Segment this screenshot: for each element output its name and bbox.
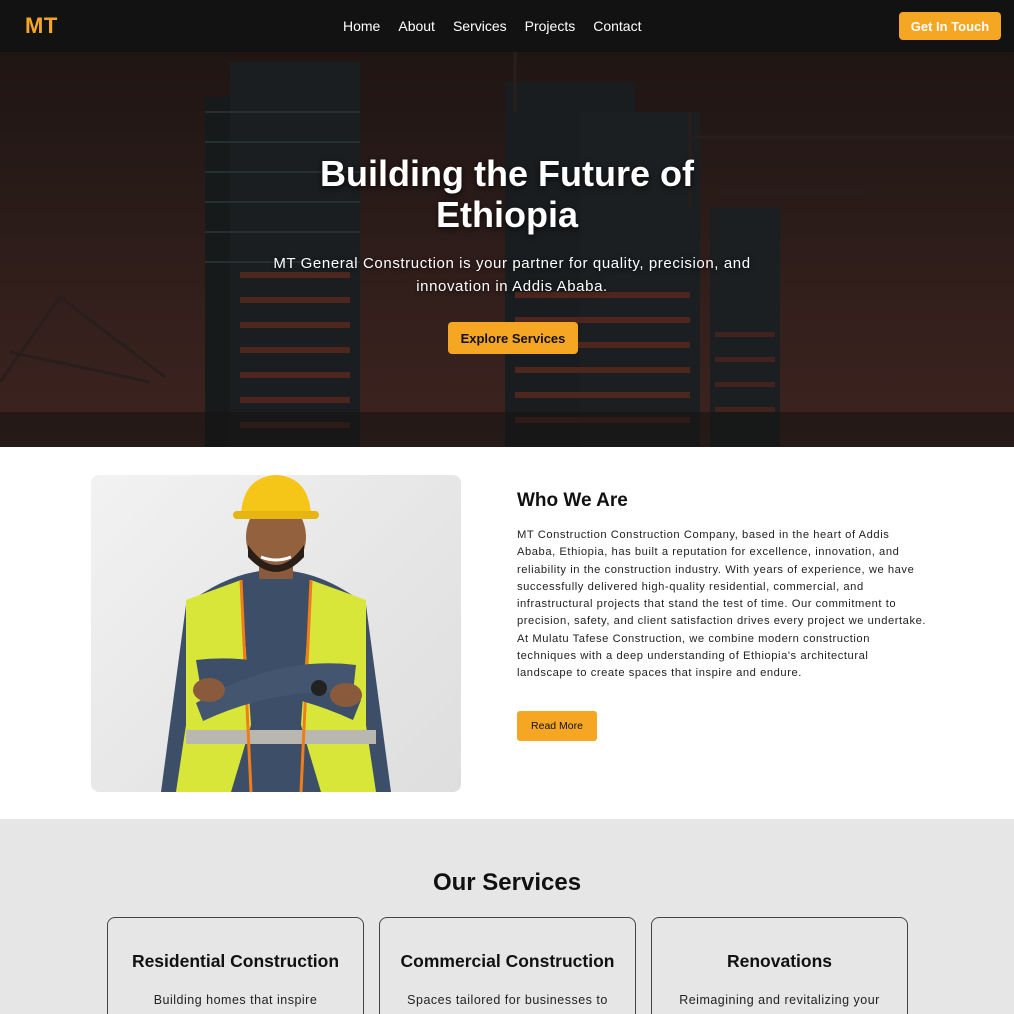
service-card-renovations[interactable]: Renovations Reimagining and revitalizing… <box>651 917 908 1014</box>
nav-link-contact[interactable]: Contact <box>593 18 641 34</box>
service-card-desc: Building homes that inspire <box>153 993 318 1007</box>
hero-subtitle: MT General Construction is your partner … <box>273 255 751 295</box>
service-card-title: Commercial Construction <box>400 951 615 971</box>
service-card-commercial[interactable]: Commercial Construction Spaces tailored … <box>379 917 636 1014</box>
nav-link-about[interactable]: About <box>398 18 435 34</box>
service-card-title: Renovations <box>726 951 833 971</box>
hero-overlay <box>0 52 1014 447</box>
nav-link-services[interactable]: Services <box>453 18 507 34</box>
service-card-desc: Spaces tailored for businesses to <box>407 993 608 1007</box>
hero-section: Building the Future of Ethiopia MT Gener… <box>0 52 1014 447</box>
service-card-residential[interactable]: Residential Construction Building homes … <box>107 917 364 1014</box>
service-card-title: Residential Construction <box>131 951 340 971</box>
service-card-desc: Reimagining and revitalizing your <box>679 993 880 1007</box>
hero-title-line2: Ethiopia <box>436 194 578 235</box>
about-title: Who We Are <box>517 490 628 511</box>
get-in-touch-button[interactable]: Get In Touch <box>899 12 1001 40</box>
worker-photo <box>91 475 461 792</box>
read-more-button[interactable]: Read More <box>517 711 597 741</box>
explore-services-button[interactable]: Explore Services <box>448 322 578 354</box>
about-paragraph: MT Construction Construction Company, ba… <box>517 529 927 680</box>
hero-title-line1: Building the Future of <box>320 153 694 194</box>
nav-menu: Home About Services Projects Contact <box>343 18 641 34</box>
nav-link-projects[interactable]: Projects <box>525 18 576 34</box>
services-title: Our Services <box>432 869 582 896</box>
nav-link-home[interactable]: Home <box>343 18 380 34</box>
services-section: Our Services Residential Construction Bu… <box>0 819 1014 1014</box>
top-navbar: MT Home About Services Projects Contact … <box>0 0 1014 52</box>
brand-logo[interactable]: MT <box>25 13 58 39</box>
hero-title: Building the Future of Ethiopia <box>0 153 1014 235</box>
